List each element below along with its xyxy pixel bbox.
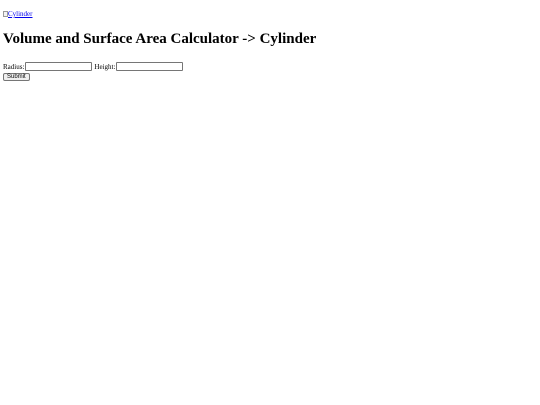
submit-button[interactable]: Submit <box>3 73 30 81</box>
radius-input[interactable] <box>25 62 93 71</box>
cylinder-image-link[interactable]: Cylinder <box>3 10 33 18</box>
page-title: Volume and Surface Area Calculator -> Cy… <box>3 31 317 47</box>
cylinder-image-alt-text: Cylinder <box>8 10 33 18</box>
input-row: Radius: Height: <box>3 62 533 71</box>
height-label: Height: <box>94 62 116 71</box>
radius-label: Radius: <box>3 62 25 71</box>
cylinder-calculator-form: Radius: Height: Submit <box>3 62 533 81</box>
height-input[interactable] <box>116 62 184 71</box>
page: Cylinder Volume and Surface Area Calcula… <box>3 3 533 81</box>
